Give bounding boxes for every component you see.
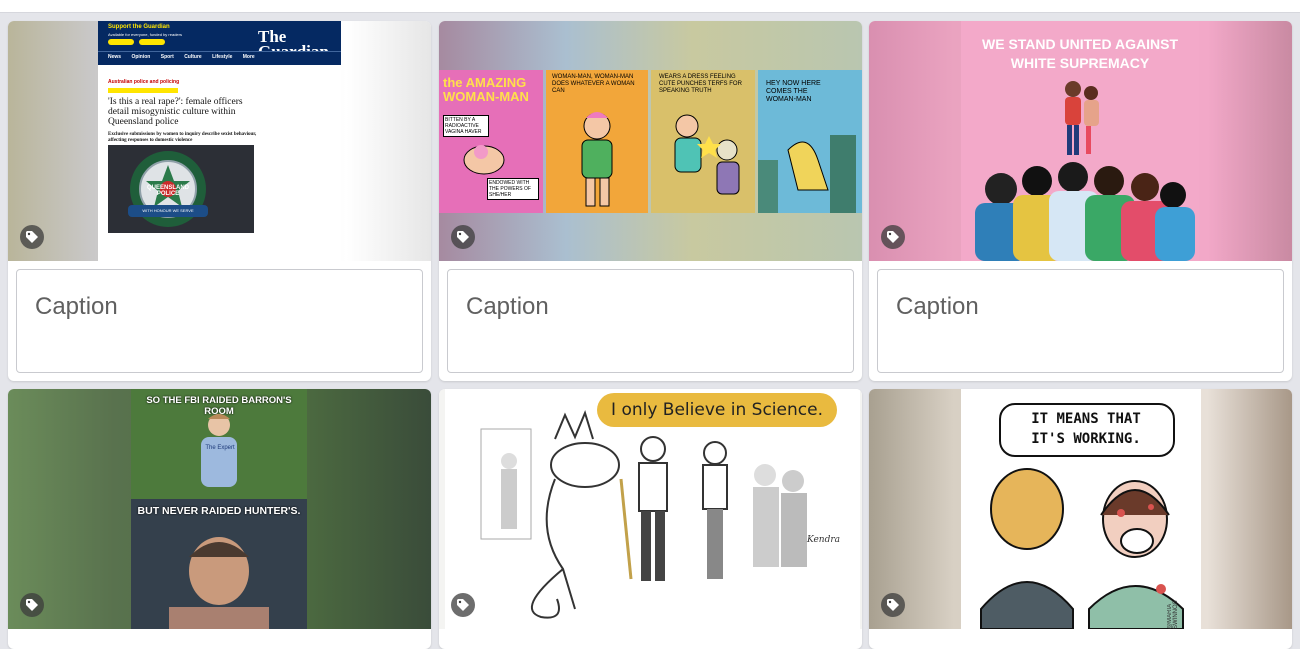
image-card: I only Believe in Science. Kendra: [439, 389, 862, 649]
caption-field[interactable]: [16, 269, 423, 373]
card-image[interactable]: I only Believe in Science. Kendra: [439, 389, 862, 629]
tag-icon: [887, 599, 899, 611]
nav-strip: News Opinion Sport Culture Lifestyle Mor…: [108, 54, 255, 60]
cartoon-signature: Kendra: [807, 535, 841, 545]
comic-panel-2: WOMAN-MAN, WOMAN-MAN DOES WHATEVER A WOM…: [546, 70, 648, 213]
caption-field[interactable]: [447, 269, 854, 373]
badge-text: QUEENSLAND POLICE: [146, 185, 189, 197]
tag-button[interactable]: [20, 593, 44, 617]
comic-panel-3: WEARS A DRESS FEELING CUTE PUNCHES TERFS…: [651, 70, 755, 213]
nav-item: Culture: [184, 54, 202, 60]
masthead-support: Support the Guardian: [108, 24, 170, 30]
masthead-sub: Available for everyone, funded by reader…: [108, 32, 182, 37]
tag-icon: [887, 231, 899, 243]
comic-panel-1: the AMAZING WOMAN-MAN BITTEN BY A RADIOA…: [439, 70, 543, 213]
caption-field[interactable]: [877, 269, 1284, 373]
nav-item: Opinion: [131, 54, 151, 60]
poster-headline: WE STAND UNITED AGAINST WHITE SUPREMACY: [982, 36, 1178, 71]
caption-input[interactable]: [33, 292, 417, 322]
comic-caption-box-2: ENDOWED WITH THE POWERS OF SHE/HER: [487, 178, 539, 200]
comic-lyrics-3: WEARS A DRESS FEELING CUTE PUNCHES TERFS…: [659, 74, 742, 94]
meme-panel-bottom: BUT NEVER RAIDED HUNTER'S.: [131, 499, 307, 629]
comic-title: the AMAZING WOMAN-MAN: [443, 75, 529, 104]
nav-item: More: [242, 54, 255, 60]
tag-icon: [457, 231, 469, 243]
tag-button[interactable]: [881, 593, 905, 617]
image-card: SO THE FBI RAIDED BARRON'S ROOM The Expe…: [8, 389, 431, 649]
cartoon: I only Believe in Science. Kendra: [445, 389, 860, 629]
comic-signature: @MARIA SWINNOS: [1167, 600, 1179, 629]
nav-item: Sport: [160, 54, 174, 60]
image-card: IT MEANS THAT IT'S WORKING. @MARIA SWINN…: [869, 389, 1292, 649]
tag-button[interactable]: [881, 225, 905, 249]
police-badge-photo: QUEENSLAND POLICE WITH HONOUR WE SERVE: [108, 145, 254, 233]
article-title: 'Is this a real rape?': female officers …: [108, 97, 243, 127]
section-label: Australian police and policing: [108, 79, 180, 85]
nav-item: News: [108, 54, 122, 60]
tag-button[interactable]: [451, 225, 475, 249]
image-card: the AMAZING WOMAN-MAN BITTEN BY A RADIOA…: [439, 21, 862, 381]
tag-button[interactable]: [20, 225, 44, 249]
card-image[interactable]: WE STAND UNITED AGAINST WHITE SUPREMACY: [869, 21, 1292, 261]
caption-input[interactable]: [894, 292, 1278, 322]
nav-item: Lifestyle: [212, 54, 233, 60]
badge-motto: WITH HONOUR WE SERVE: [142, 208, 194, 213]
speech-text: IT MEANS THAT IT'S WORKING.: [1031, 411, 1141, 447]
image-card: WE STAND UNITED AGAINST WHITE SUPREMACY: [869, 21, 1292, 381]
tag-icon: [26, 599, 38, 611]
meme-panel-top: SO THE FBI RAIDED BARRON'S ROOM The Expe…: [131, 389, 307, 499]
tag-icon: [457, 599, 469, 611]
card-image[interactable]: SO THE FBI RAIDED BARRON'S ROOM The Expe…: [8, 389, 431, 629]
caption-input[interactable]: [464, 292, 848, 322]
meme-bottom-text: BUT NEVER RAIDED HUNTER'S.: [137, 505, 301, 517]
poster: WE STAND UNITED AGAINST WHITE SUPREMACY: [961, 21, 1199, 261]
tag-icon: [26, 231, 38, 243]
comic-caption-box: BITTEN BY A RADIOACTIVE VAGINA HAVER: [443, 115, 489, 137]
comic-lyrics-4: HEY NOW HERE COMES THE WOMAN-MAN: [766, 80, 821, 103]
article-standfirst: Exclusive submissions by women to inquir…: [108, 132, 257, 143]
tag-button[interactable]: [451, 593, 475, 617]
comic: IT MEANS THAT IT'S WORKING. @MARIA SWINN…: [961, 389, 1201, 629]
comic-lyrics-2: WOMAN-MAN, WOMAN-MAN DOES WHATEVER A WOM…: [552, 74, 635, 94]
card-image[interactable]: the AMAZING WOMAN-MAN BITTEN BY A RADIOA…: [439, 21, 862, 261]
shirt-text: The Expert: [205, 445, 235, 451]
article-screenshot: Support the Guardian Available for every…: [98, 21, 341, 261]
image-card: Support the Guardian Available for every…: [8, 21, 431, 381]
comic-panel-4: HEY NOW HERE COMES THE WOMAN-MAN: [758, 70, 862, 213]
top-bar: [0, 0, 1300, 13]
card-image[interactable]: Support the Guardian Available for every…: [8, 21, 431, 261]
card-image[interactable]: IT MEANS THAT IT'S WORKING. @MARIA SWINN…: [869, 389, 1292, 629]
